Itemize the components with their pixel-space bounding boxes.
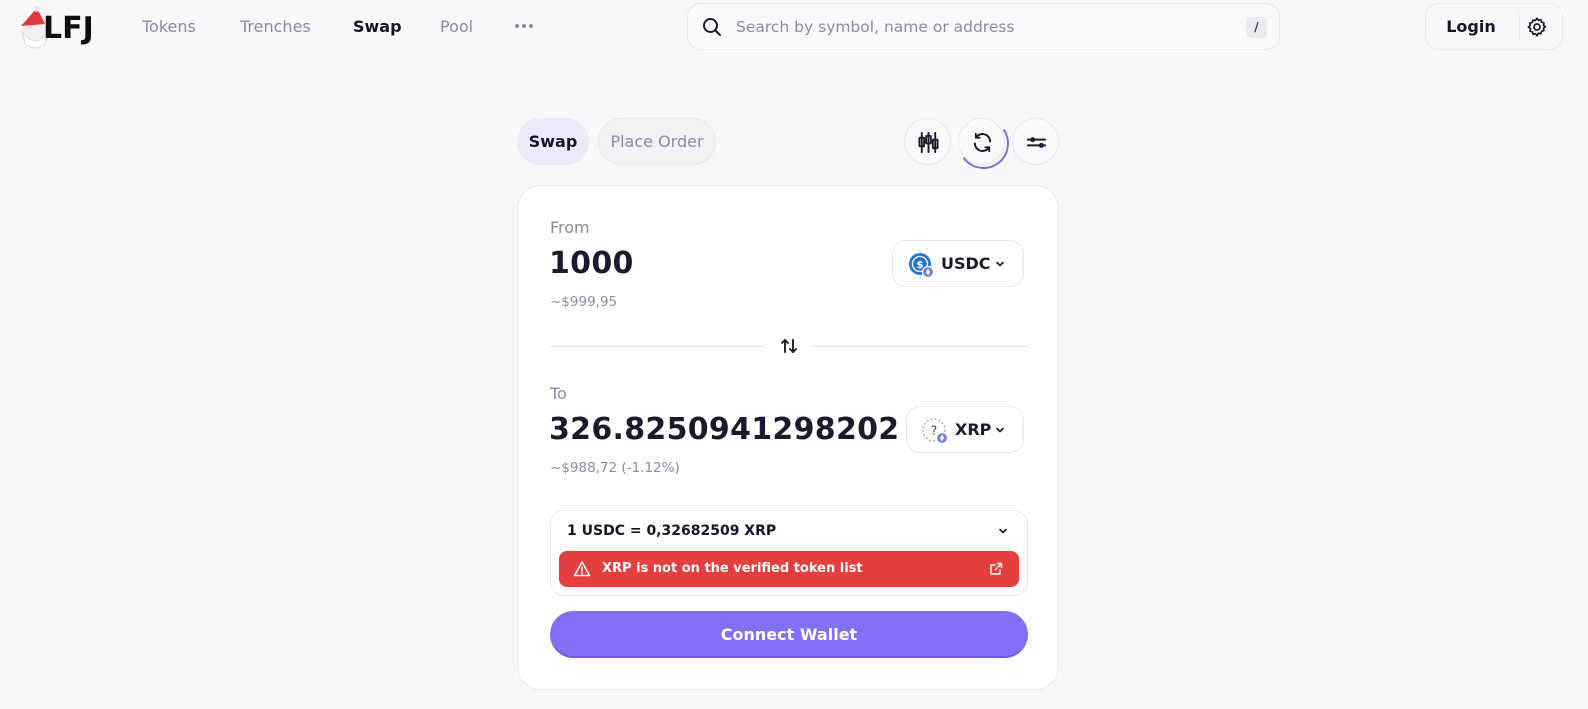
search-bar: / — [687, 3, 1280, 50]
divider — [1519, 14, 1520, 40]
refresh-icon — [973, 132, 992, 153]
nav-link-pool[interactable]: Pool — [440, 17, 473, 36]
from-token-symbol: USDC — [941, 254, 991, 273]
exchange-rate: 1 USDC = 0,32682509 XRP — [567, 523, 777, 539]
chart-settings-button[interactable] — [904, 118, 951, 165]
top-navbar: LFJ Tokens Trenches Swap Pool / Login — [0, 0, 1588, 54]
chevron-down-icon — [996, 427, 1004, 433]
account-controls: Login — [1425, 3, 1563, 50]
usdc-icon: $ — [909, 253, 934, 278]
gear-icon[interactable] — [1526, 16, 1548, 38]
svg-text:?: ? — [931, 424, 937, 438]
logo-text: LFJ — [43, 11, 94, 46]
to-token-selector[interactable]: ? XRP — [906, 406, 1024, 453]
warning-text: XRP is not on the verified token list — [602, 561, 863, 576]
nav-link-trenches[interactable]: Trenches — [240, 17, 311, 36]
from-token-selector[interactable]: $ USDC — [892, 240, 1024, 287]
section-divider — [550, 346, 764, 347]
tab-place-order[interactable]: Place Order — [598, 118, 716, 165]
warning-icon — [573, 561, 591, 577]
search-shortcut-badge: / — [1246, 17, 1267, 38]
search-input[interactable] — [736, 14, 1216, 40]
from-usd-value: ~$999,95 — [550, 294, 618, 310]
external-link-icon — [990, 562, 1003, 575]
to-usd-value: ~$988,72 (-1.12%) — [550, 460, 680, 476]
svg-text:$: $ — [917, 260, 924, 271]
to-label: To — [550, 384, 567, 403]
swap-card: From 1000 ~$999,95 $ USDC To 326.8250941… — [517, 185, 1059, 690]
tab-swap[interactable]: Swap — [517, 118, 589, 165]
sliders-icon — [1026, 137, 1047, 148]
from-label: From — [550, 218, 590, 237]
rate-details: 1 USDC = 0,32682509 XRP XRP is not on th… — [550, 510, 1028, 596]
nav-link-swap[interactable]: Swap — [353, 17, 402, 36]
search-icon — [703, 18, 721, 36]
nav-link-tokens[interactable]: Tokens — [142, 17, 196, 36]
from-amount-input[interactable]: 1000 — [549, 246, 879, 281]
refresh-button[interactable] — [958, 118, 1005, 165]
more-icon[interactable] — [514, 18, 534, 34]
swap-settings-button[interactable] — [1012, 118, 1059, 165]
connect-wallet-button[interactable]: Connect Wallet — [550, 611, 1028, 658]
lfj-logo[interactable]: LFJ — [15, 4, 105, 50]
chevron-down-icon — [996, 261, 1004, 267]
unknown-token-icon: ? — [922, 418, 948, 444]
chevron-down-icon[interactable] — [997, 525, 1009, 537]
chart-settings-icon — [918, 131, 939, 154]
unverified-token-warning[interactable]: XRP is not on the verified token list — [559, 551, 1019, 587]
swap-direction-icon[interactable] — [779, 336, 799, 356]
login-button[interactable]: Login — [1426, 4, 1516, 49]
section-divider — [813, 346, 1028, 347]
to-token-symbol: XRP — [955, 420, 992, 439]
to-amount-output[interactable]: 326.825094129820288731 — [549, 412, 899, 447]
